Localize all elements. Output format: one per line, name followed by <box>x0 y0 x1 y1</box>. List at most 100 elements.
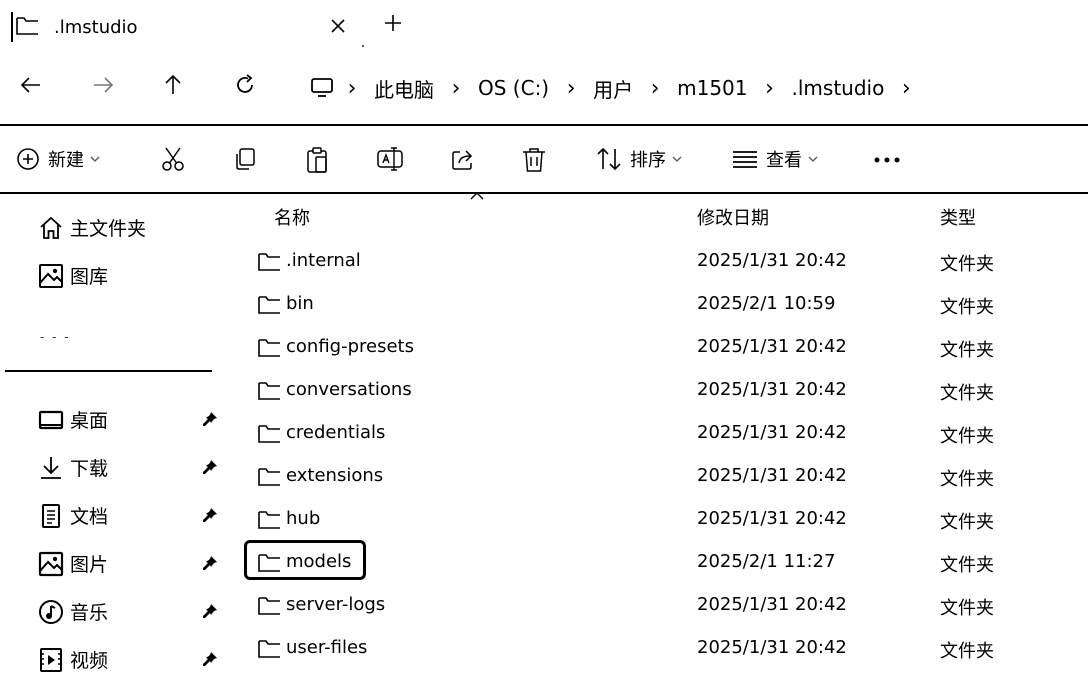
sidebar-item-label: 图库 <box>70 266 109 288</box>
column-header-modified[interactable]: 修改日期 <box>697 204 769 230</box>
table-row-models[interactable]: models 2025/2/1 11:27 文件夹 <box>244 543 1088 583</box>
sort-label: 排序 <box>630 150 666 171</box>
cut-icon[interactable] <box>160 146 186 172</box>
column-header-type[interactable]: 类型 <box>940 204 976 230</box>
file-type: 文件夹 <box>940 512 994 533</box>
breadcrumb-separator[interactable]: › <box>557 76 585 101</box>
view-label: 查看 <box>766 150 802 171</box>
gallery-icon <box>38 263 64 289</box>
table-row[interactable]: bin 2025/2/1 10:59 文件夹 <box>244 285 1088 325</box>
file-modified: 2025/1/31 20:42 <box>697 379 847 400</box>
breadcrumb-users[interactable]: 用户 <box>585 74 641 103</box>
desktop-icon <box>38 408 64 432</box>
sidebar-item-label: 文档 <box>70 506 109 528</box>
share-icon[interactable] <box>450 146 476 172</box>
monitor-icon[interactable] <box>306 77 338 99</box>
sidebar-item-videos[interactable]: 视频 <box>38 646 108 673</box>
navigation-bar: › 此电脑 › OS (C:) › 用户 › m1501 › .lmstudio… <box>0 60 1088 116</box>
breadcrumb-separator[interactable]: › <box>892 76 920 101</box>
arrow-right-icon[interactable] <box>92 74 114 96</box>
file-name: user-files <box>286 637 368 658</box>
table-row[interactable]: credentials 2025/1/31 20:42 文件夹 <box>244 414 1088 454</box>
breadcrumb-separator[interactable]: › <box>641 76 669 101</box>
command-bar-divider <box>0 124 1088 126</box>
sidebar-item-label: 桌面 <box>70 410 109 432</box>
sidebar-item-label: 视频 <box>70 650 109 672</box>
sidebar-item-documents[interactable]: 文档 <box>38 502 108 529</box>
folder-icon <box>16 16 40 36</box>
tab-lmstudio[interactable]: .lmstudio <box>14 6 350 48</box>
breadcrumb-m1501[interactable]: m1501 <box>669 76 755 100</box>
breadcrumb-separator[interactable]: › <box>442 76 470 101</box>
sort-ascending-icon <box>470 192 484 200</box>
pin-icon[interactable] <box>202 603 218 619</box>
table-row[interactable]: hub 2025/1/31 20:42 文件夹 <box>244 500 1088 540</box>
file-modified: 2025/1/31 20:42 <box>697 637 847 658</box>
pin-icon[interactable] <box>202 411 218 427</box>
file-name: extensions <box>286 465 384 486</box>
refresh-icon[interactable] <box>234 74 256 96</box>
tab-title: .lmstudio <box>54 17 138 38</box>
file-type: 文件夹 <box>940 469 994 490</box>
table-row[interactable]: conversations 2025/1/31 20:42 文件夹 <box>244 371 1088 411</box>
pin-icon[interactable] <box>202 507 218 523</box>
column-header-name[interactable]: 名称 <box>274 204 310 230</box>
table-row[interactable]: .internal 2025/1/31 20:42 文件夹 <box>244 242 1088 282</box>
file-name: server-logs <box>286 594 386 615</box>
sort-button[interactable]: 排序 <box>596 146 682 172</box>
plus-circle-icon <box>16 147 40 171</box>
sidebar-item-desktop[interactable]: 桌面 <box>38 406 108 433</box>
table-row[interactable]: server-logs 2025/1/31 20:42 文件夹 <box>244 586 1088 626</box>
sidebar-item-downloads[interactable]: 下载 <box>38 454 108 481</box>
new-button[interactable]: 新建 <box>16 146 100 172</box>
close-icon[interactable] <box>330 18 346 34</box>
sidebar-item-home[interactable]: 主文件夹 <box>38 214 146 241</box>
breadcrumb: › 此电脑 › OS (C:) › 用户 › m1501 › .lmstudio… <box>306 60 920 116</box>
copy-icon[interactable] <box>232 146 258 172</box>
folder-icon <box>258 596 282 616</box>
file-modified: 2025/1/31 20:42 <box>697 465 847 486</box>
rename-icon[interactable] <box>376 146 404 172</box>
file-name: hub <box>286 508 321 529</box>
folder-icon <box>258 424 282 444</box>
music-icon <box>38 599 64 625</box>
video-icon <box>38 647 64 673</box>
arrow-up-icon[interactable] <box>162 74 184 96</box>
breadcrumb-os-c[interactable]: OS (C:) <box>470 76 557 100</box>
breadcrumb-separator[interactable]: › <box>338 76 366 101</box>
view-button[interactable]: 查看 <box>732 146 818 172</box>
document-icon <box>38 503 64 529</box>
more-icon[interactable] <box>874 156 900 164</box>
table-row[interactable]: extensions 2025/1/31 20:42 文件夹 <box>244 457 1088 497</box>
paste-icon[interactable] <box>305 146 331 174</box>
file-modified: 2025/1/31 20:42 <box>697 422 847 443</box>
pin-icon[interactable] <box>202 555 218 571</box>
sidebar-item-pictures[interactable]: 图片 <box>38 550 108 577</box>
table-row[interactable]: config-presets 2025/1/31 20:42 文件夹 <box>244 328 1088 368</box>
sidebar-item-label: 图片 <box>70 554 109 576</box>
sidebar-item-gallery[interactable]: 图库 <box>38 262 108 289</box>
folder-icon <box>258 381 282 401</box>
tab-edge <box>11 12 13 42</box>
sidebar-item-music[interactable]: 音乐 <box>38 598 108 625</box>
file-name: credentials <box>286 422 386 443</box>
folder-icon <box>258 338 282 358</box>
pin-icon[interactable] <box>202 651 218 667</box>
breadcrumb-separator[interactable]: › <box>756 76 784 101</box>
sidebar-divider <box>5 370 212 372</box>
table-row[interactable]: user-files 2025/1/31 20:42 文件夹 <box>244 629 1088 669</box>
plus-icon[interactable] <box>384 14 402 32</box>
breadcrumb-this-pc[interactable]: 此电脑 <box>366 74 442 103</box>
highlight-box <box>244 540 366 580</box>
arrow-left-icon[interactable] <box>20 74 42 96</box>
breadcrumb-lmstudio[interactable]: .lmstudio <box>784 76 893 100</box>
new-label: 新建 <box>48 150 84 171</box>
file-type: 文件夹 <box>940 254 994 275</box>
delete-icon[interactable] <box>521 146 547 174</box>
file-type: 文件夹 <box>940 383 994 404</box>
chevron-down-icon <box>672 155 682 163</box>
file-name: config-presets <box>286 336 414 357</box>
file-modified: 2025/1/31 20:42 <box>697 508 847 529</box>
pin-icon[interactable] <box>202 459 218 475</box>
file-name: conversations <box>286 379 412 400</box>
